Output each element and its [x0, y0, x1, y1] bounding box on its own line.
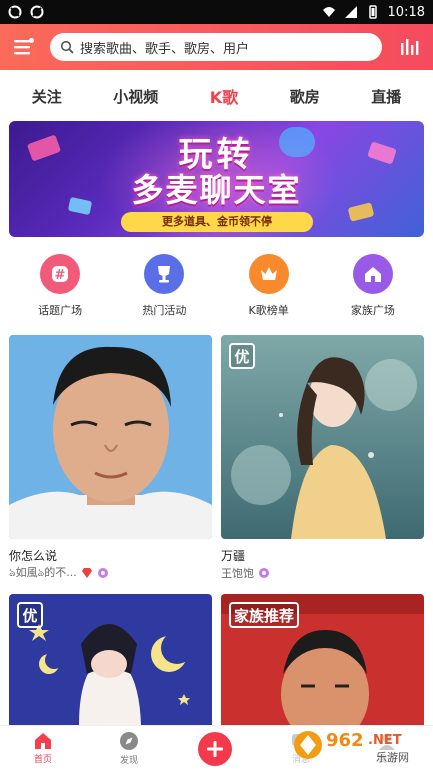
music-rank-button[interactable]	[397, 34, 423, 60]
tab-live[interactable]: 直播	[371, 86, 401, 107]
sync-icon	[30, 5, 44, 19]
home-icon	[35, 733, 51, 749]
status-time: 10:18	[387, 4, 425, 20]
nav-label: 发现	[119, 756, 138, 766]
quick-label: 话题广场	[38, 304, 83, 317]
menu-icon	[14, 38, 34, 55]
nav-label: 首页	[33, 755, 52, 765]
status-bar: 10:18	[0, 0, 433, 24]
plus-icon	[207, 740, 223, 757]
create-button[interactable]	[198, 731, 232, 766]
quick-topic-square[interactable]: # 话题广场	[20, 254, 100, 324]
search-placeholder: 搜索歌曲、歌手、歌房、用户	[80, 41, 250, 57]
flower-badge-icon	[97, 568, 108, 578]
nav-discover[interactable]: 发现	[86, 731, 172, 766]
top-header: 搜索歌曲、歌手、歌房、用户	[0, 24, 433, 70]
equalizer-icon	[401, 39, 419, 55]
tab-short-video[interactable]: 小视频	[113, 86, 158, 107]
search-icon	[60, 40, 74, 54]
family-recommend-badge: 家族推荐	[229, 602, 300, 628]
svg-text:#: #	[55, 268, 66, 283]
home-icon	[352, 254, 393, 294]
nav-home[interactable]: 首页	[0, 732, 86, 765]
promo-banner[interactable]: 玩转 多麦聊天室 更多道具、金币领不停	[9, 121, 424, 237]
site-watermark: 962 .NET 乐游网	[288, 722, 428, 768]
quick-label: K歌榜单	[248, 304, 289, 317]
song-cover: 优	[9, 594, 212, 725]
search-bar[interactable]: 搜索歌曲、歌手、歌房、用户	[50, 33, 382, 61]
diamond-icon	[81, 568, 92, 578]
watermark-site-name: 乐游网	[376, 751, 409, 764]
sync-icon	[8, 5, 22, 19]
song-card[interactable]: 家族推荐	[221, 594, 424, 725]
song-subtitle: ঌ如風ঌ的不...	[9, 565, 212, 581]
banner-subtitle: 更多道具、金币领不停	[121, 212, 313, 232]
nav-create[interactable]	[172, 731, 258, 766]
singer-name: ঌ如風ঌ的不...	[9, 565, 77, 579]
song-title: 你怎么说	[9, 549, 58, 563]
song-cover: 家族推荐	[221, 594, 424, 725]
song-card[interactable]: 优 万疆 王饱饱	[221, 335, 424, 581]
trophy-icon	[144, 254, 185, 294]
battery-icon	[368, 5, 377, 19]
signal-icon	[344, 6, 357, 18]
banner-title-line2: 多麦聊天室	[131, 171, 302, 209]
tab-song-room[interactable]: 歌房	[290, 86, 320, 107]
tab-karaoke[interactable]: K歌	[210, 84, 238, 108]
quick-karaoke-chart[interactable]: K歌榜单	[229, 254, 309, 324]
quick-label: 热门活动	[142, 304, 187, 317]
flower-badge-icon	[259, 568, 269, 578]
quick-family-square[interactable]: 家族广场	[333, 254, 413, 324]
compass-icon	[120, 732, 138, 750]
crown-icon	[248, 254, 289, 294]
quick-entries: # 话题广场 热门活动 K歌榜单 家族广场	[0, 254, 433, 324]
wifi-icon	[322, 7, 335, 17]
song-cover: 优	[221, 335, 424, 539]
tab-follow[interactable]: 关注	[32, 86, 62, 107]
song-title: 万疆	[221, 549, 246, 563]
song-cover	[9, 335, 212, 539]
quick-hot-events[interactable]: 热门活动	[124, 254, 204, 324]
quality-badge: 优	[229, 343, 255, 369]
singer-name: 王饱饱	[221, 567, 254, 580]
quick-label: 家族广场	[350, 304, 395, 317]
song-card[interactable]: 优	[9, 594, 212, 725]
song-card[interactable]: 你怎么说 ঌ如風ঌ的不...	[9, 335, 212, 581]
quality-badge: 优	[17, 602, 43, 628]
song-subtitle: 王饱饱	[221, 565, 424, 581]
category-tabs: 关注 小视频 K歌 歌房 直播	[0, 72, 433, 120]
hashtag-icon: #	[40, 254, 81, 294]
menu-button[interactable]	[10, 33, 38, 61]
watermark-domain: .NET	[368, 733, 402, 748]
watermark-number: 962	[326, 730, 364, 751]
